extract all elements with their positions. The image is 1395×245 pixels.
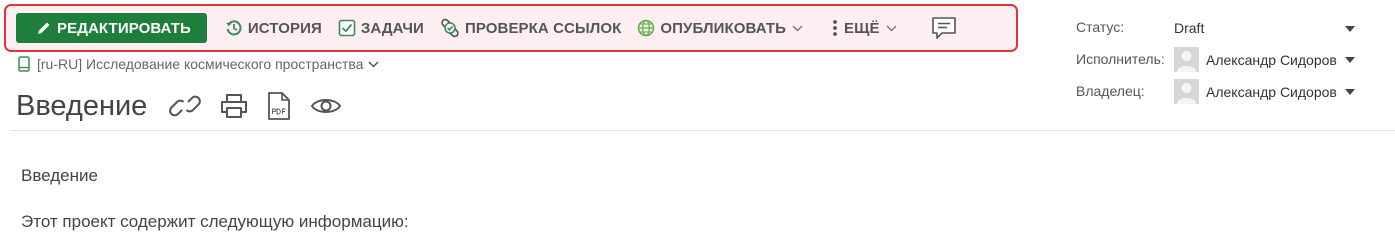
assignee-dropdown-arrow[interactable]: [1345, 57, 1355, 63]
pdf-icon[interactable]: [266, 91, 292, 121]
eye-icon[interactable]: [310, 95, 342, 117]
owner-label: Владелец:: [1076, 83, 1145, 99]
status-value[interactable]: Draft: [1174, 20, 1204, 36]
page-title: Введение: [16, 89, 148, 122]
tasks-button-label: ЗАДАЧИ: [360, 19, 424, 37]
history-button[interactable]: ИСТОРИЯ: [217, 12, 330, 44]
comments-button[interactable]: [923, 12, 965, 44]
header-divider: [10, 130, 1395, 131]
checkbox-icon: [338, 19, 356, 37]
pencil-icon: [36, 20, 52, 36]
history-icon: [225, 19, 243, 37]
publish-dropdown-label: ОПУБЛИКОВАТЬ: [660, 19, 787, 37]
tasks-button[interactable]: ЗАДАЧИ: [330, 12, 432, 44]
edit-button[interactable]: РЕДАКТИРОВАТЬ: [16, 13, 207, 43]
breadcrumb-project: [ru-RU] Исследование космического простр…: [37, 56, 364, 72]
link-icon[interactable]: [168, 93, 202, 119]
owner-name: Александр Сидоров: [1206, 83, 1337, 100]
link-check-button[interactable]: ПРОВЕРКА ССЫЛОК: [432, 12, 629, 44]
avatar: [1174, 47, 1199, 72]
assignee-value[interactable]: Александр Сидоров: [1174, 47, 1337, 72]
link-check-icon: [440, 18, 460, 38]
print-icon[interactable]: [220, 93, 248, 119]
owner-dropdown-arrow[interactable]: [1345, 89, 1355, 95]
content-paragraph: Этот проект содержит следующую информаци…: [21, 212, 409, 231]
assignee-name: Александр Сидоров: [1206, 51, 1337, 68]
content-heading: Введение: [21, 166, 98, 185]
edit-button-label: РЕДАКТИРОВАТЬ: [57, 19, 191, 37]
project-breadcrumb[interactable]: [ru-RU] Исследование космического простр…: [18, 56, 379, 72]
chevron-down-icon: [792, 25, 803, 32]
comment-icon: [931, 16, 957, 40]
status-label: Статус:: [1076, 19, 1125, 35]
title-row: Введение: [16, 86, 351, 126]
owner-value[interactable]: Александр Сидоров: [1174, 79, 1337, 104]
link-check-button-label: ПРОВЕРКА ССЫЛОК: [464, 19, 622, 37]
main-toolbar: РЕДАКТИРОВАТЬ ИСТОРИЯ ЗАДАЧИ ПРОВЕРКА СС…: [4, 4, 1018, 52]
publish-dropdown[interactable]: ОПУБЛИКОВАТЬ: [629, 12, 811, 44]
chevron-down-icon: [368, 60, 379, 68]
status-dropdown-arrow[interactable]: [1345, 26, 1355, 32]
book-icon: [18, 56, 30, 72]
chevron-down-icon: [886, 25, 897, 32]
globe-icon: [637, 19, 655, 37]
history-button-label: ИСТОРИЯ: [247, 19, 322, 37]
more-dropdown[interactable]: ЕЩЁ: [823, 12, 905, 44]
assignee-label: Исполнитель:: [1076, 51, 1165, 67]
avatar: [1174, 79, 1199, 104]
vertical-dots-icon: [831, 19, 839, 37]
more-dropdown-label: ЕЩЁ: [844, 19, 880, 37]
